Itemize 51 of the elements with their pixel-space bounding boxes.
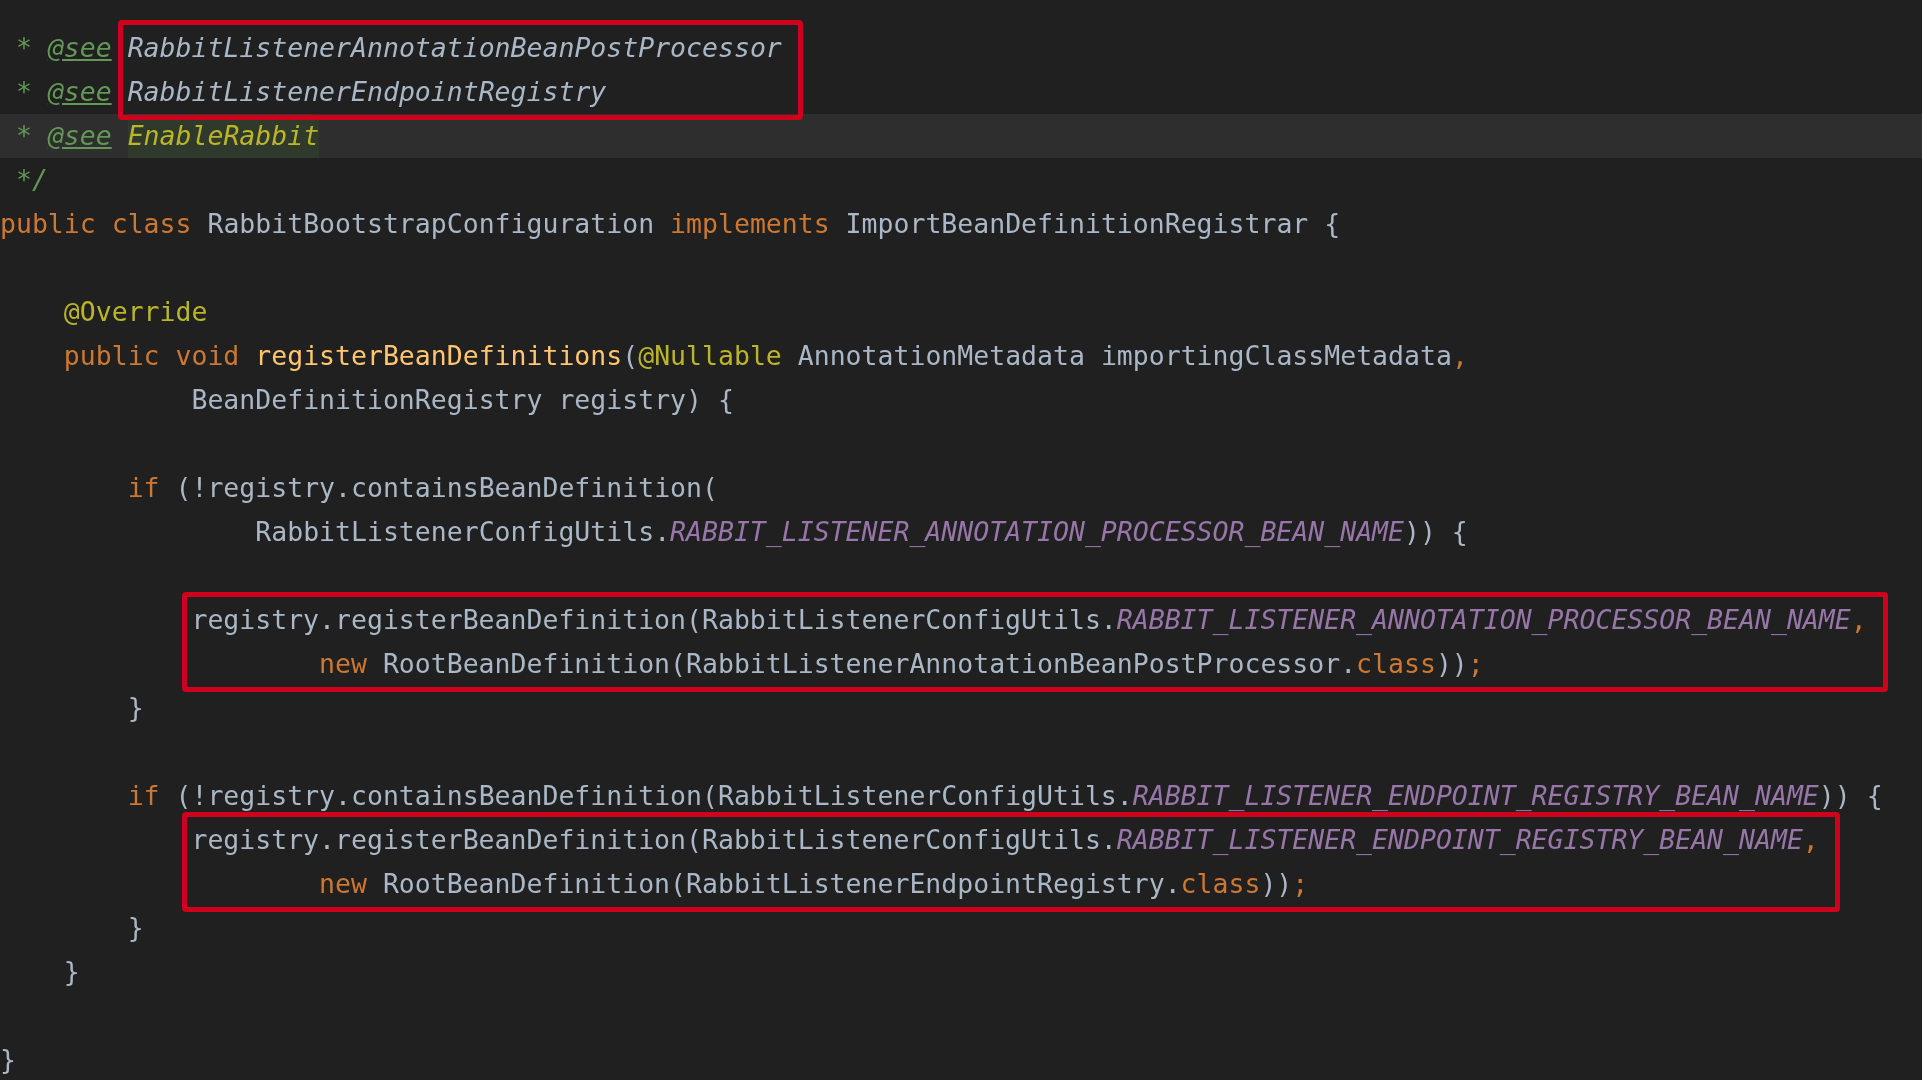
keyword-text: , [1802,823,1819,857]
code-text: (!registry.containsBeanDefinition(RabbitListenerConfigUtils. [175,779,1133,813]
keyword-text: implements [670,207,831,241]
constant-name: RABBIT_LISTENER_ANNOTATION_PROCESSOR_BEAN_NAME [1116,603,1851,637]
code-text: RabbitListenerConfigUtils. [254,515,671,549]
code-text: } [0,1043,16,1077]
annotation-text: @Override [62,295,208,329]
comment-text: * [14,119,33,153]
marked-doc-reference: EnableRabbit [127,114,320,158]
doc-tag-link[interactable]: @see [47,70,112,114]
keyword-text: new [318,867,368,901]
constant-name: RABBIT_LISTENER_ENDPOINT_REGISTRY_BEAN_NAME [1132,779,1819,813]
keyword-text: , [1850,603,1867,637]
code-text: )) [1435,647,1468,681]
keyword-text: if [126,471,161,505]
method-name: registerBeanDefinitions [255,339,623,373]
keyword-text: ; [1467,647,1484,681]
keyword-text: new [318,647,368,681]
constant-name: RABBIT_LISTENER_ANNOTATION_PROCESSOR_BEAN_NAME [670,515,1404,549]
doc-reference: RabbitListenerAnnotationBeanPostProcessor [127,31,782,65]
doc-tag-link[interactable]: @see [47,114,112,158]
constant-name: RABBIT_LISTENER_ENDPOINT_REGISTRY_BEAN_NAME [1116,823,1803,857]
code-text: registry.registerBeanDefinition(RabbitListenerConfigUtils. [191,603,1117,637]
code-text: RabbitBootstrapConfiguration [207,207,656,241]
comment-text: * [15,75,33,109]
keyword-text: public void [62,339,241,373]
code-text: } [126,911,144,945]
doc-reference: RabbitListenerEndpointRegistry [127,75,607,109]
code-text: RootBeanDefinition(RabbitListenerAnnotationBeanPostProcessor. [382,647,1357,681]
comment-text: */ [14,163,48,197]
code-text: RootBeanDefinition(RabbitListenerEndpointRegistry. [382,867,1181,901]
code-text: )) { [1818,779,1883,813]
annotation-text: @Nullable [638,339,783,373]
doc-tag-link[interactable]: @see [47,26,112,70]
keyword-text: class [1356,647,1436,681]
keyword-text: class [1180,867,1261,901]
code-text: AnnotationMetadata importingClassMetadata [797,339,1452,373]
keyword-text: ; [1292,867,1309,901]
code-text: } [126,691,144,725]
keyword-text: , [1451,339,1468,373]
code-text: } [62,955,80,989]
keyword-text: public class [0,207,193,241]
comment-text: * [15,31,33,65]
code-text: )) [1260,867,1293,901]
code-text: ImportBeanDefinitionRegistrar { [845,207,1341,241]
keyword-text: if [126,779,161,813]
code-text: BeanDefinitionRegistry registry) { [190,383,734,417]
code-text: )) { [1404,515,1468,549]
code-text: (!registry.containsBeanDefinition( [175,471,718,505]
code-text: registry.registerBeanDefinition(RabbitListenerConfigUtils. [191,823,1117,857]
code-text: ( [622,339,639,373]
